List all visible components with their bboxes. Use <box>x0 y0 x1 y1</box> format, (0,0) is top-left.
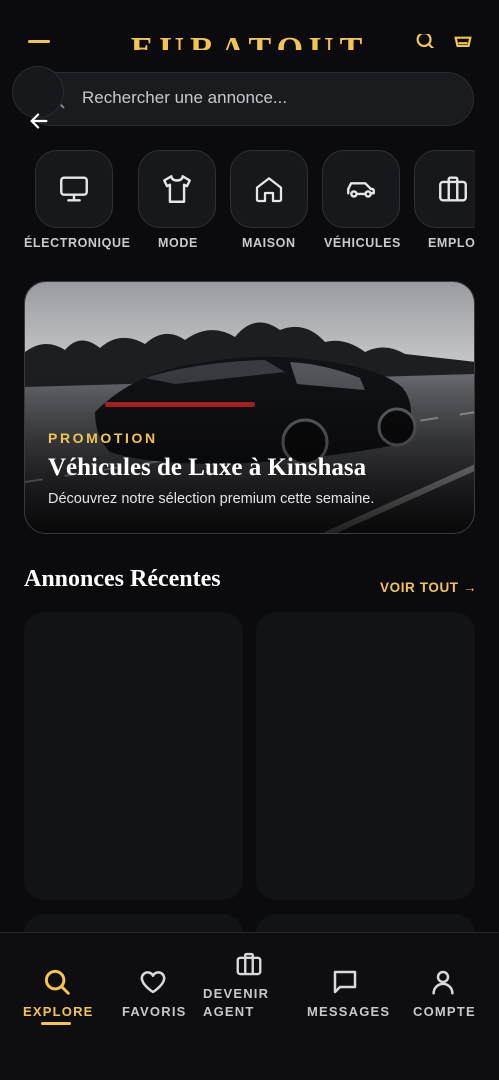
heart-icon <box>138 967 168 997</box>
nav-label: COMPTE <box>413 1004 476 1019</box>
nav-label-line1: DEVENIR <box>203 986 270 1001</box>
briefcase-icon <box>439 176 467 202</box>
see-all-link[interactable]: VOIR TOUT → <box>380 580 477 595</box>
arrow-left-icon[interactable] <box>28 110 50 132</box>
home-icon <box>255 177 283 203</box>
category-strip[interactable]: ÉLECTRONIQUE MODE MAISON VÉHICULES EMPLO… <box>0 148 475 258</box>
active-tab-indicator <box>41 1022 71 1025</box>
listing-card-placeholder[interactable] <box>256 612 475 900</box>
promo-title: Véhicules de Luxe à Kinshasa <box>48 454 367 481</box>
nav-label-line2: AGENT <box>203 1004 255 1019</box>
message-icon <box>330 967 360 997</box>
bottom-navigation: EXPLORE FAVORIS DEVENIR AGENT MESSAGES C… <box>0 932 499 1080</box>
promo-subtitle: Découvrez notre sélection premium cette … <box>48 491 375 507</box>
briefcase-icon <box>234 949 264 979</box>
search-icon <box>42 967 72 997</box>
user-icon <box>428 967 458 997</box>
monitor-icon <box>60 176 88 202</box>
cart-icon[interactable] <box>452 34 474 48</box>
category-label: VÉHICULES <box>324 236 401 250</box>
nav-label: EXPLORE <box>23 1004 94 1019</box>
category-label: MAISON <box>242 236 296 250</box>
category-electronique[interactable] <box>35 150 113 228</box>
category-vehicules[interactable] <box>322 150 400 228</box>
shirt-icon <box>163 175 191 203</box>
listing-card-placeholder[interactable] <box>24 612 243 900</box>
category-emploi[interactable] <box>414 150 475 228</box>
category-label: EMPLOI <box>428 236 475 250</box>
search-placeholder: Rechercher une annonce... <box>82 88 288 107</box>
nav-label: MESSAGES <box>307 1004 391 1019</box>
recent-title: Annonces Récentes <box>24 566 221 592</box>
nav-label: FAVORIS <box>122 1004 187 1019</box>
category-maison[interactable] <box>230 150 308 228</box>
category-mode[interactable] <box>138 150 216 228</box>
header-search-icon[interactable] <box>414 34 436 48</box>
category-label: MODE <box>158 236 198 250</box>
promo-tag: PROMOTION <box>48 430 158 446</box>
car-icon <box>347 182 375 198</box>
category-label: ÉLECTRONIQUE <box>24 236 131 250</box>
